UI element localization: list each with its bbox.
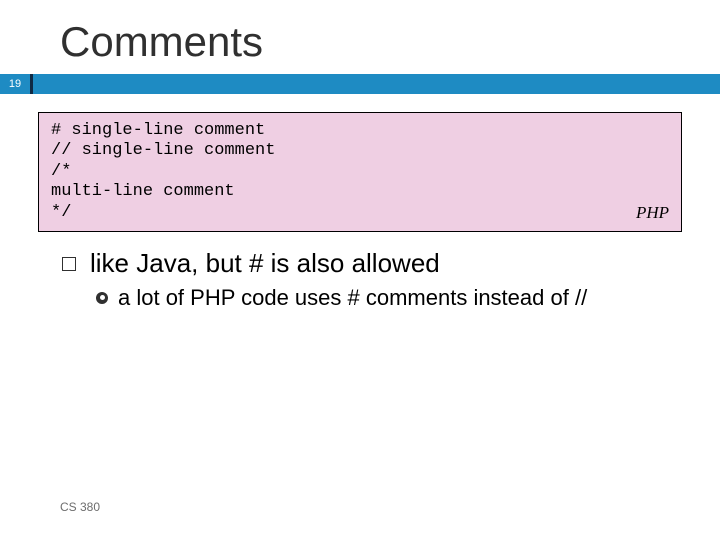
accent-bar bbox=[30, 74, 720, 94]
slide-number: 19 bbox=[0, 74, 30, 94]
code-block: # single-line comment // single-line com… bbox=[38, 112, 682, 232]
slide-number-bar: 19 bbox=[0, 74, 720, 94]
body-text: like Java, but # is also allowed a lot o… bbox=[62, 248, 660, 311]
code-language-label: PHP bbox=[636, 203, 669, 223]
code-line: multi-line comment bbox=[51, 182, 669, 202]
slide-title: Comments bbox=[0, 0, 720, 74]
footer-course: CS 380 bbox=[60, 500, 100, 514]
dot-bullet-icon bbox=[96, 292, 108, 304]
square-bullet-icon bbox=[62, 257, 76, 271]
bullet-text: like Java, but # is also allowed bbox=[90, 248, 440, 279]
code-line: // single-line comment bbox=[51, 141, 669, 161]
bullet-level-1: like Java, but # is also allowed bbox=[62, 248, 660, 279]
code-line: /* bbox=[51, 162, 669, 182]
bullet-level-2: a lot of PHP code uses # comments instea… bbox=[96, 285, 660, 311]
code-line: */ bbox=[51, 203, 669, 223]
code-line: # single-line comment bbox=[51, 121, 669, 141]
bullet-text: a lot of PHP code uses # comments instea… bbox=[118, 285, 587, 311]
